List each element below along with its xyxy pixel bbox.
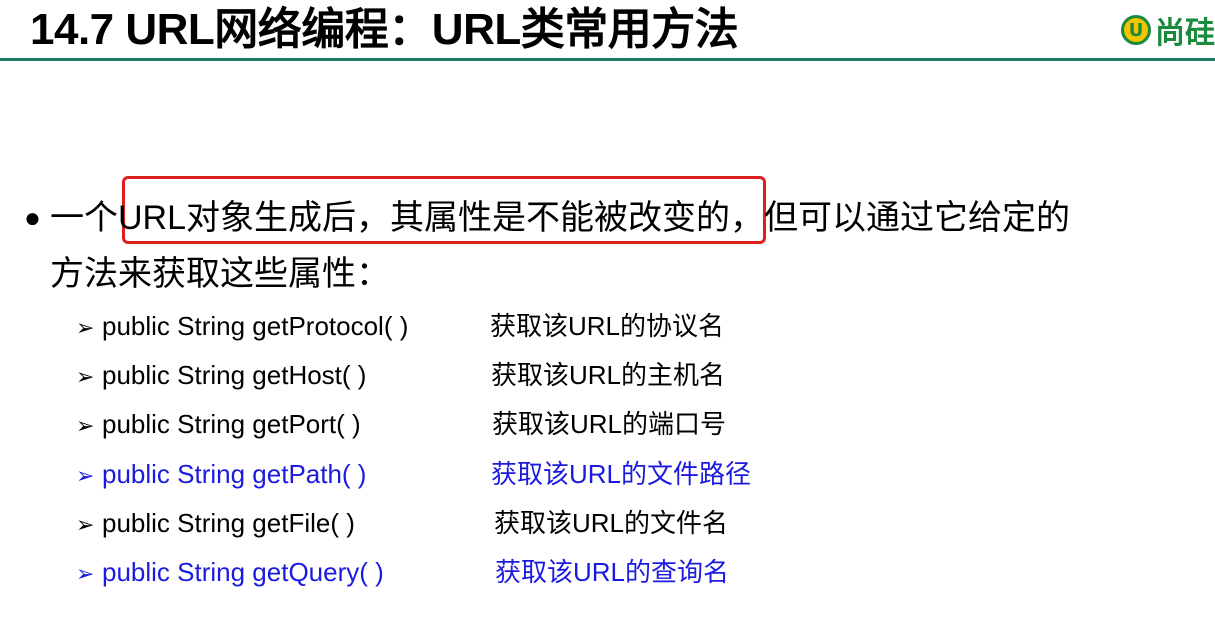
page-title: 14.7 URL网络编程：URL类常用方法 <box>30 5 739 54</box>
arrow-bullet-icon: ➢ <box>76 511 95 537</box>
arrow-bullet-icon: ➢ <box>76 462 95 488</box>
logo-u-icon: U <box>1121 15 1151 45</box>
method-row-gethost: ➢ public String getHost( ) 获取该URL的主机名 <box>76 351 976 400</box>
method-signature: public String getPath( ) <box>102 458 367 489</box>
method-description: 获取该URL的主机名 <box>491 360 726 391</box>
arrow-bullet-icon: ➢ <box>76 315 95 340</box>
method-description: 获取该URL的协议名 <box>490 311 725 341</box>
method-row-getquery: ➢ public String getQuery( ) 获取该URL的查询名 <box>76 548 976 597</box>
method-row-getpath: ➢ public String getPath( ) 获取该URL的文件路径 <box>76 450 976 499</box>
method-description: 获取该URL的文件路径 <box>491 458 752 489</box>
bullet-line-2: 方法来获取这些属性： <box>50 255 390 293</box>
arrow-bullet-icon: ➢ <box>76 364 95 390</box>
logo-text: 尚硅 <box>1155 17 1215 50</box>
method-description: 获取该URL的文件名 <box>494 507 729 538</box>
arrow-bullet-icon: ➢ <box>76 413 95 439</box>
method-row-getfile: ➢ public String getFile( ) 获取该URL的文件名 <box>76 499 976 548</box>
bullet-paragraph: ● 一个URL对象生成后，其属性是不能被改变的，但可以通过它给定的 方法来获取这些… <box>24 190 1204 302</box>
method-description: 获取该URL的查询名 <box>495 556 730 587</box>
method-signature: public String getProtocol( ) <box>102 311 409 341</box>
method-signature: public String getPort( ) <box>102 409 361 440</box>
bullet-text-highlight: URL对象生成后，其属性是不能被改变 <box>118 199 697 237</box>
logo: U 尚硅 <box>1121 10 1215 50</box>
method-row-getprotocol: ➢ public String getProtocol( ) 获取该URL的协议名 <box>76 302 976 351</box>
method-signature: public String getFile( ) <box>102 507 355 538</box>
method-description: 获取该URL的端口号 <box>492 409 727 440</box>
method-row-getport: ➢ public String getPort( ) 获取该URL的端口号 <box>76 400 976 449</box>
method-list: ➢ public String getProtocol( ) 获取该URL的协议名… <box>76 302 976 597</box>
method-signature: public String getHost( ) <box>102 360 367 391</box>
method-signature: public String getQuery( ) <box>102 556 384 587</box>
title-underline <box>0 58 1215 61</box>
arrow-bullet-icon: ➢ <box>76 560 95 586</box>
bullet-text-after: 的，但可以通过它给定的 <box>696 199 1071 237</box>
bullet-dot-icon: ● <box>24 202 41 233</box>
bullet-text-before: 一个 <box>50 199 118 237</box>
bullet-line-1: ● 一个URL对象生成后，其属性是不能被改变的，但可以通过它给定的 <box>24 190 1204 246</box>
slide: 14.7 URL网络编程：URL类常用方法 U 尚硅 ● 一个URL对象生成后，其… <box>0 0 1215 626</box>
